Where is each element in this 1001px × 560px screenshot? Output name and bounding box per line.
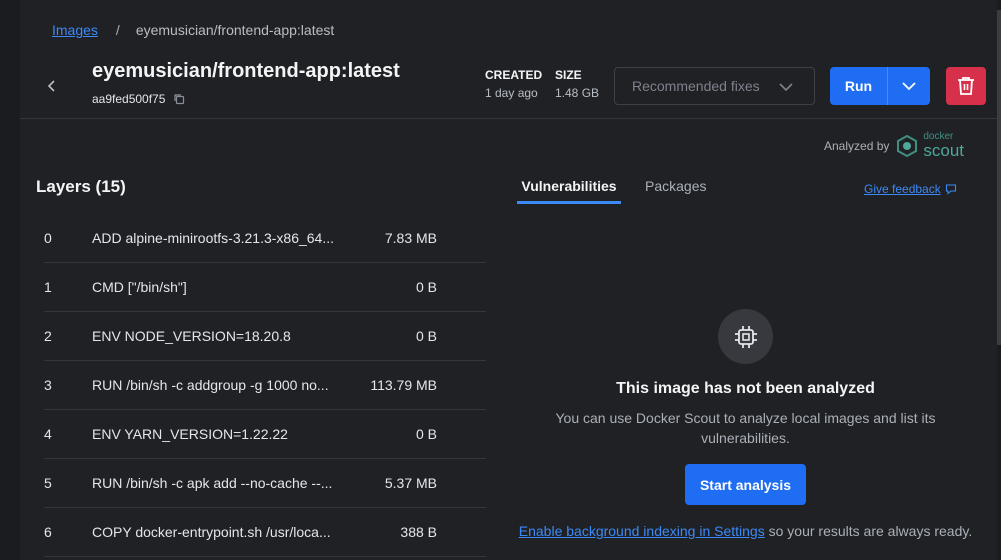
active-tab-indicator <box>517 201 621 204</box>
give-feedback-link[interactable]: Give feedback <box>864 182 957 196</box>
chevron-left-icon <box>47 80 55 92</box>
left-sidebar-edge <box>0 0 20 560</box>
layer-index: 2 <box>44 328 52 344</box>
layer-row[interactable]: 2 ENV NODE_VERSION=18.20.8 0 B <box>44 312 486 361</box>
page-title: eyemusician/frontend-app:latest <box>92 60 400 82</box>
breadcrumb-current: eyemusician/frontend-app:latest <box>135 22 335 38</box>
chevron-down-icon <box>902 82 916 91</box>
copy-icon[interactable] <box>173 93 185 105</box>
tab-packages[interactable]: Packages <box>645 178 706 194</box>
layer-size: 0 B <box>415 328 437 344</box>
created-value: 1 day ago <box>485 86 538 100</box>
run-button[interactable]: Run <box>830 67 888 105</box>
scout-logo-icon <box>897 134 918 157</box>
breadcrumb: Images / eyemusician/frontend-app:latest <box>52 22 334 38</box>
layer-row[interactable]: 1 CMD ["/bin/sh"] 0 B <box>44 263 486 312</box>
delete-button[interactable] <box>946 67 986 105</box>
give-feedback-label: Give feedback <box>864 182 941 196</box>
created-meta: CREATED 1 day ago <box>485 68 542 100</box>
layer-index: 5 <box>44 475 52 491</box>
trash-icon <box>958 77 974 95</box>
analyzed-by-label: Analyzed by <box>824 138 890 153</box>
layer-index: 3 <box>44 377 52 393</box>
layer-row[interactable]: 0 ADD alpine-minirootfs-3.21.3-x86_64...… <box>44 214 486 263</box>
background-indexing-note: Enable background indexing in Settings s… <box>517 521 974 541</box>
analyzed-by: Analyzed by docker scout <box>824 132 964 160</box>
enable-indexing-link[interactable]: Enable background indexing in Settings <box>519 523 765 539</box>
layer-command: COPY docker-entrypoint.sh /usr/loca... <box>92 524 331 540</box>
layer-index: 6 <box>44 524 52 540</box>
indexing-note-text: so your results are always ready. <box>764 523 973 539</box>
chip-icon <box>718 309 773 364</box>
image-id: aa9fed500f75 <box>92 92 166 106</box>
layer-row[interactable]: 6 COPY docker-entrypoint.sh /usr/loca...… <box>44 508 486 557</box>
back-button[interactable] <box>42 74 62 98</box>
run-options-button[interactable] <box>888 67 930 105</box>
recommended-fixes-dropdown[interactable]: Recommended fixes <box>614 67 815 105</box>
layers-title: Layers (15) <box>36 177 126 196</box>
size-value: 1.48 GB <box>555 86 600 100</box>
scout-wordmark: docker scout <box>923 132 965 160</box>
feedback-icon <box>945 183 957 195</box>
layer-index: 4 <box>44 426 52 442</box>
layer-command: ENV NODE_VERSION=18.20.8 <box>92 328 291 344</box>
layer-command: RUN /bin/sh -c apk add --no-cache --... <box>92 475 333 491</box>
size-label: SIZE <box>555 68 582 82</box>
empty-state-description: You can use Docker Scout to analyze loca… <box>555 410 936 446</box>
layer-command: RUN /bin/sh -c addgroup -g 1000 no... <box>92 377 329 393</box>
created-label: CREATED <box>485 68 543 82</box>
scout-brand-large: scout <box>923 141 965 160</box>
layer-row[interactable]: 3 RUN /bin/sh -c addgroup -g 1000 no... … <box>44 361 486 410</box>
docker-scout-logo: docker scout <box>895 132 964 159</box>
breadcrumb-separator: / <box>115 22 120 38</box>
empty-state-title: This image has not been analyzed <box>616 380 875 397</box>
layer-size: 388 B <box>400 524 437 540</box>
start-analysis-button[interactable]: Start analysis <box>685 464 806 505</box>
layer-size: 5.37 MB <box>384 475 437 491</box>
chevron-down-icon <box>779 83 793 92</box>
layer-row[interactable]: 4 ENV YARN_VERSION=1.22.22 0 B <box>44 410 486 459</box>
layer-row[interactable]: 5 RUN /bin/sh -c apk add --no-cache --..… <box>44 459 486 508</box>
run-split-button: Run <box>830 67 930 105</box>
layer-size: 113.79 MB <box>370 377 437 393</box>
layer-size: 0 B <box>415 279 437 295</box>
layer-command: ENV YARN_VERSION=1.22.22 <box>92 426 288 442</box>
size-meta: SIZE 1.48 GB <box>555 68 599 100</box>
layer-command: CMD ["/bin/sh"] <box>92 279 187 295</box>
layer-size: 0 B <box>415 426 437 442</box>
layer-size: 7.83 MB <box>384 230 437 246</box>
layer-index: 0 <box>44 230 52 246</box>
recommended-fixes-label: Recommended fixes <box>632 78 760 94</box>
layer-command: ADD alpine-minirootfs-3.21.3-x86_64... <box>92 230 335 246</box>
image-id-row: aa9fed500f75 <box>92 92 185 106</box>
header-divider <box>20 118 997 119</box>
layers-list: 0 ADD alpine-minirootfs-3.21.3-x86_64...… <box>44 214 486 557</box>
breadcrumb-images-link[interactable]: Images <box>52 22 98 38</box>
layer-index: 1 <box>44 279 52 295</box>
scrollbar-thumb[interactable] <box>997 10 1001 345</box>
